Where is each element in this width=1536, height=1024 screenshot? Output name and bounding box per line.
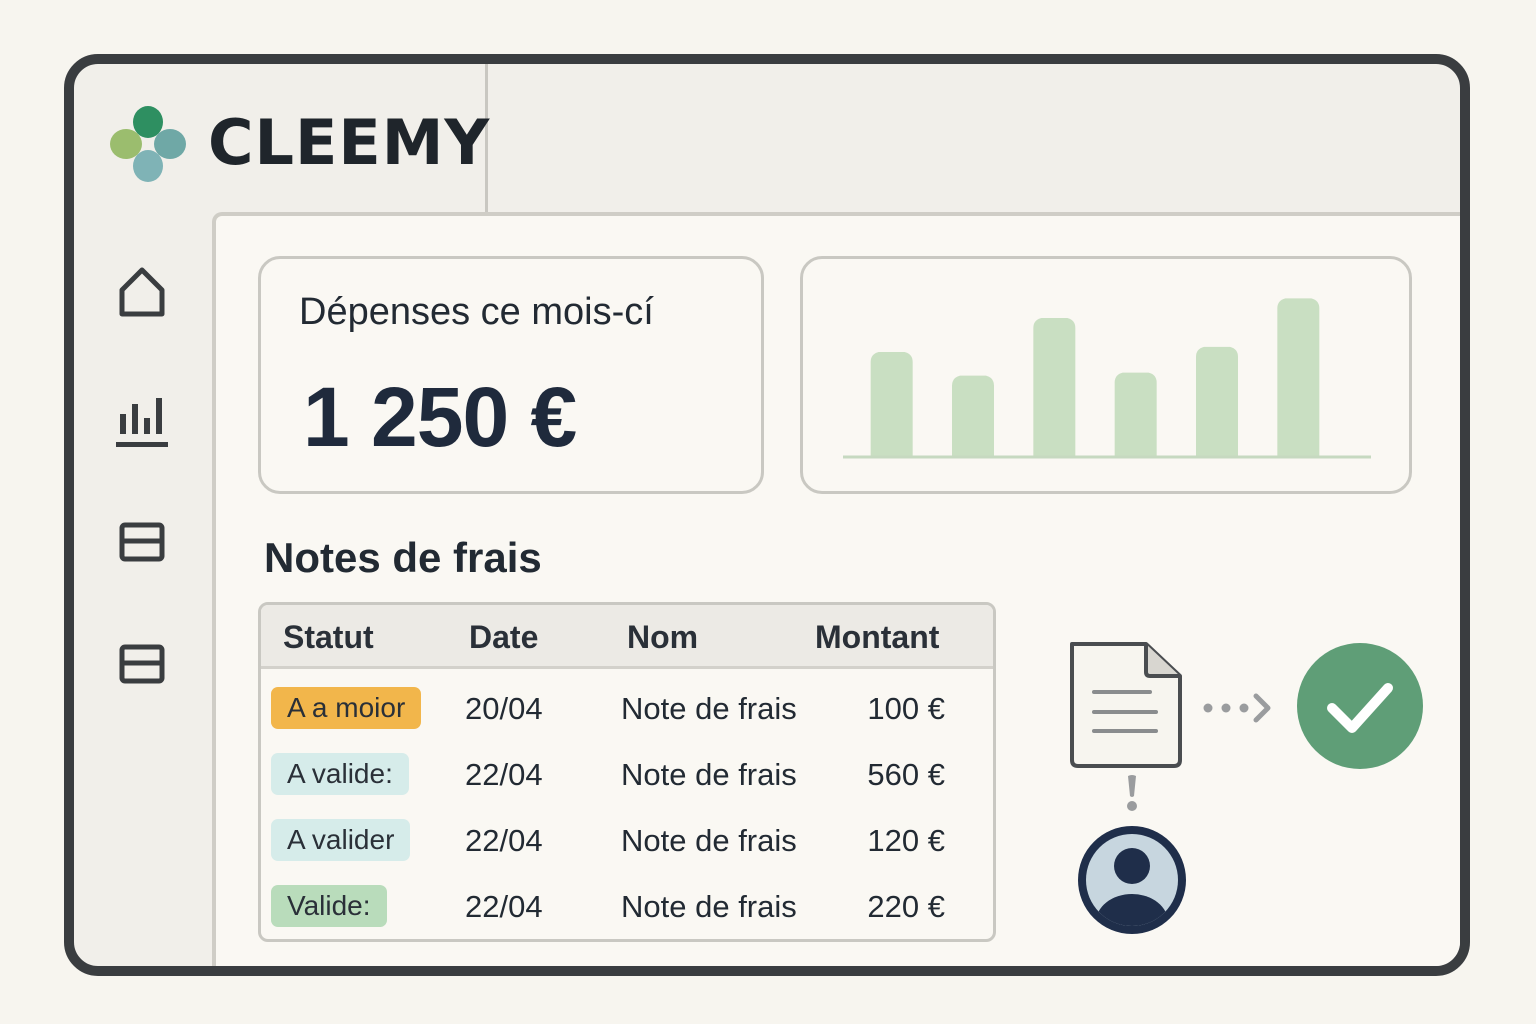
cleemy-logo-icon: [110, 106, 186, 182]
table-row[interactable]: A valider 22/04 Note de frais 120 €: [261, 809, 993, 875]
table-header: Statut Date Nom Montant: [261, 605, 993, 669]
spend-chart-card: [800, 256, 1412, 494]
column-header-date[interactable]: Date: [469, 619, 538, 656]
sidebar: [74, 212, 212, 966]
table-row[interactable]: A a moior 20/04 Note de frais 100 €: [261, 677, 993, 743]
status-badge: Valide:: [271, 885, 387, 927]
list-icon: [119, 644, 165, 684]
exclamation-icon: [1127, 775, 1137, 811]
row-date: 20/04: [465, 691, 543, 726]
row-amount: 100 €: [867, 691, 945, 726]
sidebar-item-expenses[interactable]: [110, 510, 174, 574]
app-window: CLEEMY Dépenses ce mois-cí 1 250 € Notes…: [64, 54, 1470, 976]
app-name: CLEEMY: [208, 106, 491, 179]
chart-bar: [870, 351, 913, 457]
status-badge: A a moior: [271, 687, 422, 729]
home-icon: [119, 267, 165, 317]
sidebar-item-documents[interactable]: [110, 632, 174, 696]
table-row[interactable]: Valide: 22/04 Note de frais 220 €: [261, 875, 993, 939]
approval-workflow: [1070, 642, 1423, 942]
logo-area: CLEEMY: [74, 64, 491, 212]
chart-bar: [1114, 372, 1157, 457]
monthly-spend-card: Dépenses ce mois-cí 1 250 €: [258, 256, 764, 494]
monthly-spend-value: 1 250 €: [303, 370, 577, 464]
row-date: 22/04: [465, 757, 543, 792]
row-amount: 560 €: [867, 757, 945, 792]
list-icon: [119, 522, 165, 562]
spend-bar-chart: [843, 298, 1371, 459]
column-header-amount[interactable]: Montant: [815, 619, 939, 656]
expenses-section-title: Notes de frais: [264, 534, 542, 581]
column-header-status[interactable]: Statut: [283, 619, 374, 656]
status-badge: A valide:: [271, 753, 409, 795]
monthly-spend-title: Dépenses ce mois-cí: [299, 291, 654, 333]
check-circle-icon: [1297, 643, 1423, 769]
status-badge: A valider: [271, 819, 411, 861]
chart-bar: [1033, 317, 1076, 457]
main-content: Dépenses ce mois-cí 1 250 € Notes de fra…: [212, 212, 1460, 966]
row-name: Note de frais: [621, 757, 797, 792]
sidebar-item-home[interactable]: [110, 260, 174, 324]
row-date: 22/04: [465, 889, 543, 924]
bar-chart-icon: [116, 398, 168, 447]
row-date: 22/04: [465, 823, 543, 858]
row-name: Note de frais: [621, 889, 797, 924]
expenses-table: Statut Date Nom Montant A a moior 20/04 …: [258, 602, 996, 942]
table-row[interactable]: A valide: 22/04 Note de frais 560 €: [261, 743, 993, 809]
chart-bar: [1277, 298, 1320, 457]
document-icon: [1070, 642, 1182, 768]
user-avatar-icon[interactable]: [1078, 826, 1186, 942]
row-amount: 120 €: [867, 823, 945, 858]
row-name: Note de frais: [621, 691, 797, 726]
column-header-name[interactable]: Nom: [627, 619, 698, 656]
row-amount: 220 €: [867, 889, 945, 924]
chart-bar: [952, 375, 994, 457]
chart-bar: [1196, 346, 1238, 457]
sidebar-item-reports[interactable]: [110, 388, 174, 452]
arrow-dots-icon: [1203, 693, 1271, 723]
row-name: Note de frais: [621, 823, 797, 858]
